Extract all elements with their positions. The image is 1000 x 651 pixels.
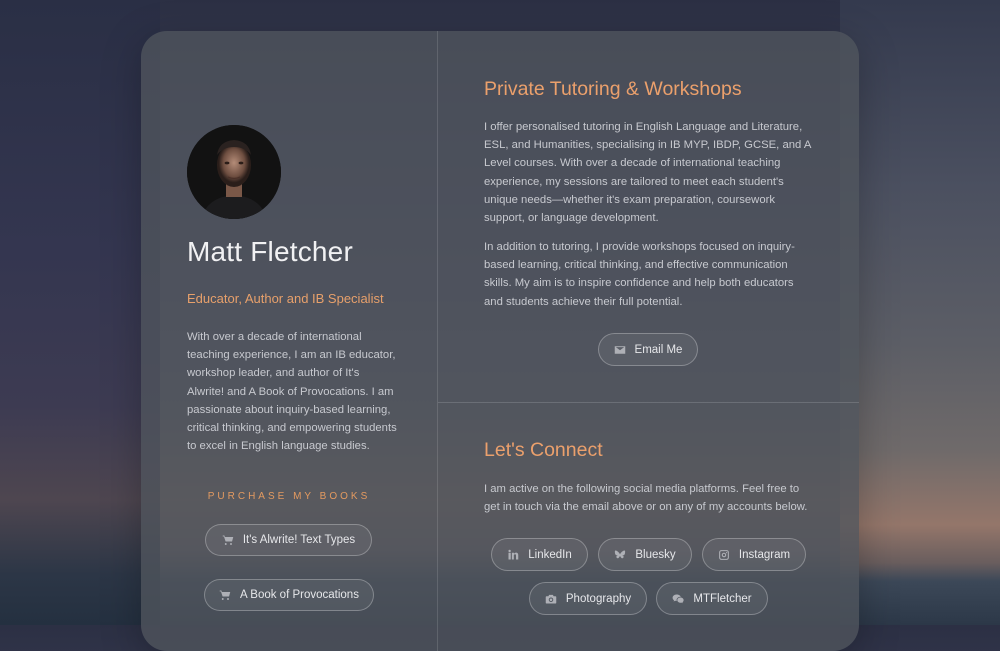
purchase-books-title: PURCHASE MY BOOKS: [207, 491, 371, 502]
social-link-label: LinkedIn: [528, 548, 572, 561]
email-button[interactable]: Email Me: [598, 333, 698, 366]
social-link-photography[interactable]: Photography: [529, 582, 647, 615]
social-link-linkedin[interactable]: LinkedIn: [491, 538, 588, 571]
book-button-label: A Book of Provocations: [240, 589, 359, 601]
avatar-portrait: [187, 125, 281, 219]
book-button-provocations[interactable]: A Book of Provocations: [204, 579, 374, 611]
background-right: [840, 0, 1000, 625]
social-link-wechat[interactable]: MTFletcher: [656, 582, 768, 615]
profile-column: Matt Fletcher Educator, Author and IB Sp…: [141, 31, 438, 651]
wechat-icon: [673, 594, 685, 603]
butterfly-icon: [615, 550, 626, 558]
tutoring-title: Private Tutoring & Workshops: [484, 78, 742, 100]
social-link-bluesky[interactable]: Bluesky: [598, 538, 692, 571]
background-left: [0, 0, 160, 625]
connect-title: Let's Connect: [484, 439, 603, 461]
social-link-label: Instagram: [738, 548, 791, 561]
linkedin-icon: [508, 549, 519, 559]
instagram-icon: [719, 549, 729, 560]
tutoring-paragraph-2: In addition to tutoring, I provide works…: [484, 241, 795, 308]
book-button-alwrite[interactable]: It's Alwrite! Text Types: [205, 524, 372, 556]
profile-card: Matt Fletcher Educator, Author and IB Sp…: [141, 31, 859, 651]
email-button-label: Email Me: [634, 343, 683, 356]
social-link-label: MTFletcher: [693, 592, 752, 605]
envelope-icon: [614, 345, 625, 354]
profile-name: Matt Fletcher: [187, 236, 353, 267]
profile-subtitle: Educator, Author and IB Specialist: [187, 291, 384, 306]
camera-icon: [545, 594, 557, 603]
profile-bio: With over a decade of international teac…: [187, 331, 397, 453]
social-link-instagram[interactable]: Instagram: [702, 538, 806, 571]
tutoring-paragraph-1: I offer personalised tutoring in English…: [484, 121, 811, 225]
cart-icon: [222, 535, 234, 545]
section-divider: [438, 402, 859, 403]
social-link-label: Bluesky: [635, 548, 676, 561]
avatar: [187, 125, 281, 219]
info-column: Private Tutoring & Workshops I offer per…: [438, 31, 859, 651]
social-link-label: Photography: [565, 592, 632, 605]
book-button-label: It's Alwrite! Text Types: [242, 534, 356, 546]
connect-paragraph: I am active on the following social medi…: [484, 483, 808, 514]
cart-icon: [219, 590, 231, 600]
